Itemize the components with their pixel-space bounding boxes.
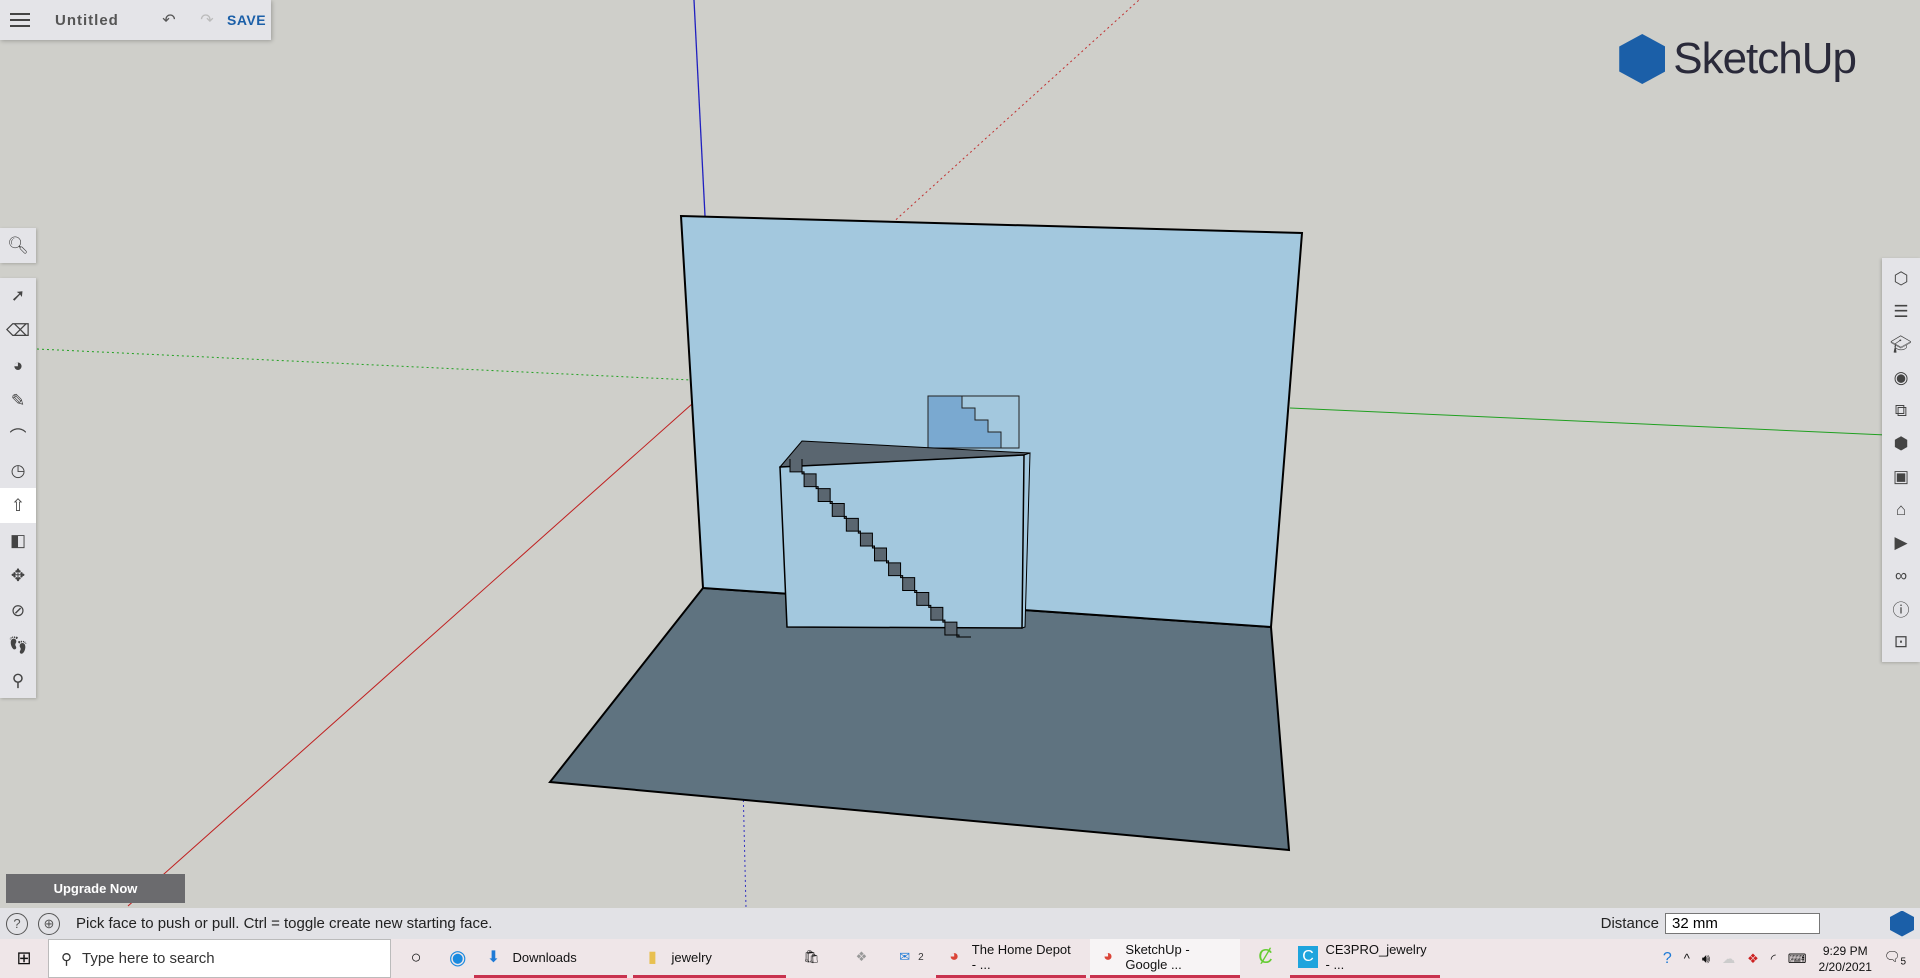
animation-icon[interactable]: ▶ xyxy=(1882,526,1920,559)
3d-viewport[interactable] xyxy=(0,0,1920,908)
clock[interactable]: 9:29 PM2/20/2021 xyxy=(1819,943,1872,975)
sketchup-logo: SketchUp xyxy=(1619,34,1856,84)
store-icon[interactable]: 🛍︎ xyxy=(786,939,836,978)
taskbar-label: The Home Depot - ... xyxy=(972,942,1079,972)
undo-icon[interactable]: ↶ xyxy=(155,10,183,30)
taskbar-downloads[interactable]: ⬇ Downloads xyxy=(474,939,627,978)
green-axis xyxy=(1290,408,1886,435)
model-info-icon[interactable]: ⓘ xyxy=(1882,592,1920,625)
arc-tool-icon[interactable]: ⌒ xyxy=(0,418,36,453)
3d-warehouse-icon[interactable]: ⊡ xyxy=(1882,625,1920,658)
keyboard-icon[interactable]: ⌨ xyxy=(1788,951,1807,967)
taskbar-label: jewelry xyxy=(671,950,711,965)
windows-taskbar: ⊞ ⚲ Type here to search ○ ◉ ⬇ Downloads ▮… xyxy=(0,939,1920,978)
measurements-label: Distance xyxy=(1601,915,1659,932)
taskbar-jewelry[interactable]: ▮ jewelry xyxy=(633,939,786,978)
search-toolbar: 🔍︎ xyxy=(0,228,36,263)
circle-tool-icon[interactable]: ◷ xyxy=(0,453,36,488)
notifications-icon[interactable]: 🗨︎5 xyxy=(1884,949,1906,968)
taskbar-search[interactable]: ⚲ Type here to search xyxy=(48,939,391,978)
sketchup-status-icon[interactable] xyxy=(1890,911,1914,937)
display-glasses-icon[interactable]: ∞ xyxy=(1882,559,1920,592)
search-icon: ⚲ xyxy=(61,950,72,968)
walk-tool-icon[interactable]: 👣︎ xyxy=(0,628,36,663)
chrome-icon: ◕ xyxy=(944,946,963,968)
measurements-input[interactable] xyxy=(1665,913,1820,934)
date: 2/20/2021 xyxy=(1819,959,1872,975)
cortana-icon[interactable]: ○ xyxy=(391,939,441,978)
wifi-icon[interactable]: ◜ xyxy=(1771,951,1776,967)
taskbar-home-depot[interactable]: ◕ The Home Depot - ... xyxy=(936,939,1086,978)
styles-icon[interactable]: ⬢ xyxy=(1882,427,1920,460)
cloud-icon[interactable]: ☁ xyxy=(1722,951,1735,967)
search-placeholder: Type here to search xyxy=(82,950,215,967)
move-tool-icon[interactable]: ✥ xyxy=(0,558,36,593)
status-hint: Pick face to push or pull. Ctrl = toggle… xyxy=(76,915,492,932)
components-icon[interactable]: ⧉ xyxy=(1882,394,1920,427)
taskbar-label: CE3PRO_jewelry - ... xyxy=(1326,942,1433,972)
mail-badge: 2 xyxy=(918,952,924,963)
green-axis-negative xyxy=(37,349,692,380)
edge-icon[interactable]: ◉ xyxy=(441,939,474,978)
outliner-icon[interactable]: ☰ xyxy=(1882,295,1920,328)
push-pull-tool-icon[interactable]: ⇧ xyxy=(0,488,36,523)
help-tray-icon[interactable]: ? xyxy=(1663,950,1672,968)
taskbar-sketchup[interactable]: ◕ SketchUp - Google ... xyxy=(1090,939,1240,978)
top-bar: Untitled ↶ ↷ SAVE xyxy=(0,0,271,40)
chevron-up-icon[interactable]: ^ xyxy=(1684,951,1690,966)
dropbox-tray-icon[interactable]: ❖ xyxy=(1747,951,1759,967)
entity-info-icon[interactable]: ⬡ xyxy=(1882,262,1920,295)
redo-icon[interactable]: ↷ xyxy=(193,10,221,30)
blue-axis xyxy=(694,0,705,216)
globe-icon[interactable]: ⊕ xyxy=(38,913,60,935)
tools-toolbar: ➚ ⌫ ◕ ✎ ⌒ ◷ ⇧ ◧ ✥ ⊘ 👣︎ ⚲ xyxy=(0,278,36,698)
eraser-tool-icon[interactable]: ⌫ xyxy=(0,313,36,348)
upgrade-now-button[interactable]: Upgrade Now xyxy=(6,874,185,903)
help-icon[interactable]: ? xyxy=(6,913,28,935)
cura-icon[interactable]: Ȼ xyxy=(1240,939,1290,978)
taskbar-ce3pro[interactable]: C CE3PRO_jewelry - ... xyxy=(1290,939,1440,978)
creality-icon: C xyxy=(1298,946,1317,968)
folder-icon: ▮ xyxy=(641,946,663,968)
search-icon[interactable]: 🔍︎ xyxy=(0,228,36,263)
taskbar-label: Downloads xyxy=(512,950,576,965)
zoom-tool-icon[interactable]: ⚲ xyxy=(0,663,36,698)
box-front-face[interactable] xyxy=(780,455,1024,628)
chrome-icon: ◕ xyxy=(1098,946,1117,968)
offset-tool-icon[interactable]: ◧ xyxy=(0,523,36,558)
logo-text: SketchUp xyxy=(1673,34,1856,84)
windows-start-icon[interactable]: ⊞ xyxy=(0,948,48,969)
tape-measure-tool-icon[interactable]: ⊘ xyxy=(0,593,36,628)
download-arrow-icon: ⬇ xyxy=(482,946,504,968)
mail-icon[interactable]: ✉2 xyxy=(886,939,936,978)
tags-icon[interactable]: ⌂ xyxy=(1882,493,1920,526)
system-tray: ? ^ 🔊︎ ☁ ❖ ◜ ⌨ 9:29 PM2/20/2021 🗨︎5 xyxy=(1663,939,1920,978)
dropbox-icon[interactable]: ❖ xyxy=(836,939,886,978)
materials-icon[interactable]: ◉ xyxy=(1882,361,1920,394)
instructor-icon[interactable]: 🎓︎ xyxy=(1882,328,1920,361)
paint-bucket-tool-icon[interactable]: ◕ xyxy=(0,348,36,383)
panels-toolbar: ⬡ ☰ 🎓︎ ◉ ⧉ ⬢ ▣ ⌂ ▶ ∞ ⓘ ⊡ xyxy=(1882,258,1920,662)
line-tool-icon[interactable]: ✎ xyxy=(0,383,36,418)
sketchup-logo-icon xyxy=(1619,34,1665,84)
hamburger-menu-icon[interactable] xyxy=(10,9,30,31)
measurements-box: Distance xyxy=(1601,913,1820,934)
notification-count: 5 xyxy=(1900,957,1906,968)
red-axis xyxy=(128,404,692,906)
save-button[interactable]: SAVE xyxy=(227,12,266,28)
scenes-icon[interactable]: ▣ xyxy=(1882,460,1920,493)
time: 9:29 PM xyxy=(1819,943,1872,959)
volume-icon[interactable]: 🔊︎ xyxy=(1702,951,1710,967)
select-tool-icon[interactable]: ➚ xyxy=(0,278,36,313)
taskbar-label: SketchUp - Google ... xyxy=(1125,942,1232,972)
status-bar: ? ⊕ Pick face to push or pull. Ctrl = to… xyxy=(0,908,1920,939)
document-title[interactable]: Untitled xyxy=(55,12,145,29)
